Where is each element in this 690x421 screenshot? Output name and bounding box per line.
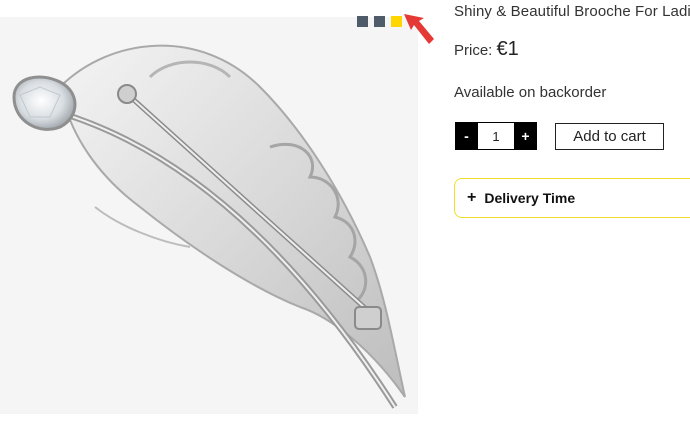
price: Price: €1	[454, 38, 519, 61]
quantity-increment-button[interactable]: +	[514, 122, 537, 150]
swatch[interactable]	[391, 16, 402, 27]
product-title: Shiny & Beautiful Brooche For Ladies	[454, 3, 690, 20]
availability-text: Available on backorder	[454, 84, 607, 101]
swatch[interactable]	[357, 16, 368, 27]
add-to-cart-button[interactable]: Add to cart	[555, 123, 664, 150]
quantity-stepper: - +	[455, 122, 537, 150]
delivery-time-label: Delivery Time	[484, 190, 576, 206]
price-label: Price:	[454, 42, 493, 59]
swatch[interactable]	[374, 16, 385, 27]
delivery-time-accordion[interactable]: + Delivery Time	[454, 178, 690, 218]
gem	[12, 75, 77, 131]
annotation-arrow-icon	[404, 14, 434, 44]
price-value: €1	[496, 38, 519, 60]
quantity-input[interactable]	[478, 122, 514, 150]
quantity-decrement-button[interactable]: -	[455, 122, 478, 150]
plus-icon: +	[467, 189, 477, 206]
feather-brooch-illustration	[12, 44, 406, 409]
color-swatches	[357, 16, 402, 27]
product-image[interactable]	[0, 17, 418, 414]
